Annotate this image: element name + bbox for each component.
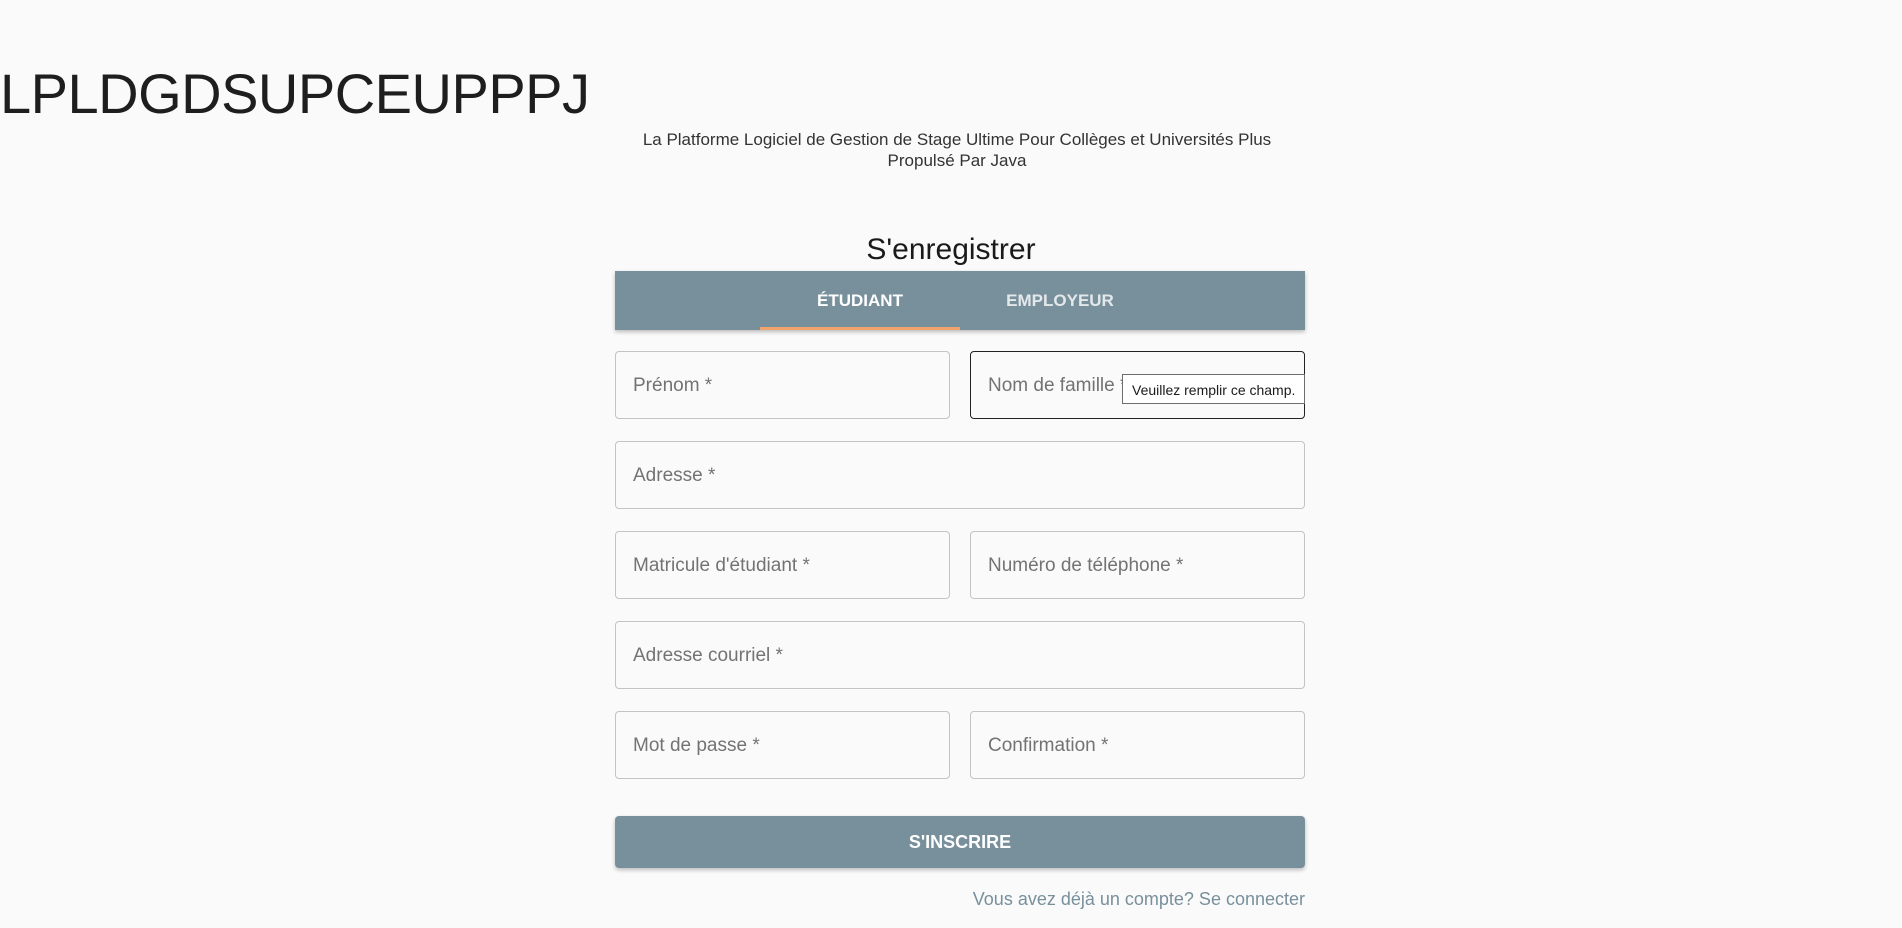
password-label: Mot de passe * [633,735,760,756]
email-field[interactable]: Adresse courriel * [615,621,1305,689]
confirm-password-field[interactable]: Confirmation * [970,711,1305,779]
tab-etudiant[interactable]: ÉTUDIANT [760,271,960,330]
phone-label: Numéro de téléphone * [988,555,1184,576]
app-subtitle: La Platforme Logiciel de Gestion de Stag… [642,130,1272,170]
student-id-field[interactable]: Matricule d'étudiant * [615,531,950,599]
submit-button[interactable]: S'INSCRIRE [615,816,1305,868]
confirm-password-label: Confirmation * [988,735,1109,756]
address-label: Adresse * [633,465,716,486]
app-title: LPLDGDSUPCEUPPPJ [0,62,590,125]
validation-tooltip: Veuillez remplir ce champ. [1122,374,1306,404]
form-title: S'enregistrer [866,233,1036,266]
login-link[interactable]: Vous avez déjà un compte? Se connecter [973,889,1305,910]
phone-field[interactable]: Numéro de téléphone * [970,531,1305,599]
password-field[interactable]: Mot de passe * [615,711,950,779]
last-name-label: Nom de famille * [988,375,1128,396]
account-type-tabs: ÉTUDIANT EMPLOYEUR [615,271,1305,330]
address-field[interactable]: Adresse * [615,441,1305,509]
first-name-label: Prénom * [633,375,713,396]
registration-page: LPLDGDSUPCEUPPPJ La Platforme Logiciel d… [0,0,1902,928]
email-label: Adresse courriel * [633,645,783,666]
student-id-label: Matricule d'étudiant * [633,555,810,576]
active-tab-indicator [760,327,960,330]
tab-employeur[interactable]: EMPLOYEUR [960,271,1160,330]
first-name-field[interactable]: Prénom * [615,351,950,419]
